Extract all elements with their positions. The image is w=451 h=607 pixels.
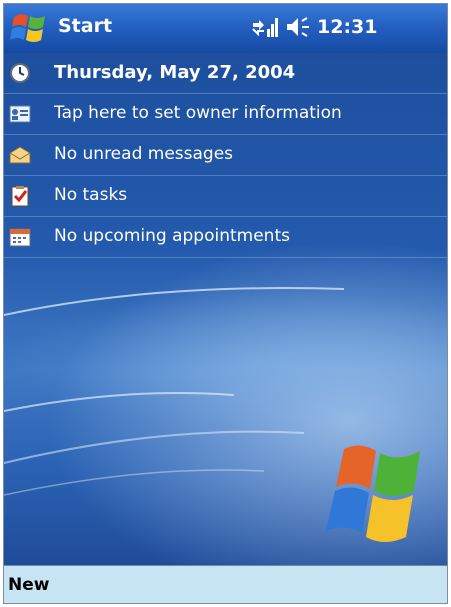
today-date-row[interactable]: Thursday, May 27, 2004 [4,53,447,94]
owner-card-icon [9,105,31,123]
clock-time[interactable]: 12:31 [317,16,377,38]
tasks-text: No tasks [54,185,128,205]
envelope-icon [9,146,31,164]
appointments-text: No upcoming appointments [54,226,290,246]
appointments-row[interactable]: No upcoming appointments [4,217,447,258]
windows-flag-icon[interactable] [10,9,50,49]
today-screen: Thursday, May 27, 2004 Tap here to set o… [4,53,447,565]
messages-row[interactable]: No unread messages [4,135,447,176]
calendar-icon [9,228,31,247]
status-icons: 12:31 [251,15,377,39]
navigation-bar: Start 12:31 [4,4,447,54]
owner-info-row[interactable]: Tap here to set owner information [4,94,447,135]
softkey-bar: New [4,565,447,603]
tasks-row[interactable]: No tasks [4,176,447,217]
messages-text: No unread messages [54,144,234,164]
clock-icon [10,63,30,83]
connectivity-icon[interactable] [251,15,279,39]
speaker-icon[interactable] [285,15,311,39]
owner-info-text: Tap here to set owner information [54,103,342,123]
tasks-checklist-icon [11,186,29,207]
start-menu-label[interactable]: Start [58,15,112,37]
windows-logo-icon [326,445,420,542]
new-softkey-button[interactable]: New [8,575,49,595]
device-screen: Start 12:31 Thursday, May 27, 2004 Tap h… [3,3,448,604]
today-date: Thursday, May 27, 2004 [54,62,296,83]
